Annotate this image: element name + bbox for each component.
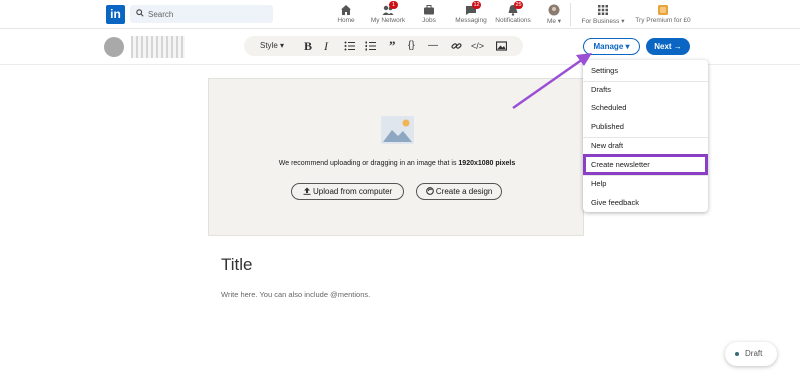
menu-item-scheduled[interactable]: Scheduled	[583, 98, 708, 117]
network-icon: 1	[382, 1, 398, 15]
author-avatar	[104, 37, 124, 57]
manage-button[interactable]: Manage ▾	[583, 38, 640, 55]
bullet-list-icon[interactable]	[344, 39, 355, 53]
nav-premium[interactable]: Try Premium for £0	[635, 3, 691, 24]
next-button[interactable]: Next →	[646, 38, 690, 55]
draft-status-pill[interactable]: Draft	[725, 342, 777, 366]
image-icon[interactable]	[495, 39, 508, 53]
menu-item-drafts[interactable]: Drafts	[583, 80, 708, 99]
article-title-input[interactable]: Title	[221, 255, 253, 275]
menu-item-help[interactable]: Help	[583, 174, 708, 193]
draft-label: Draft	[745, 349, 763, 358]
link-icon[interactable]	[451, 39, 462, 53]
cover-image-dropzone[interactable]: We recommend uploading or dragging in an…	[208, 78, 584, 236]
embed-code-icon[interactable]: </>	[471, 39, 484, 53]
design-icon	[425, 187, 434, 195]
article-body-input[interactable]: Write here. You can also include @mentio…	[221, 290, 370, 299]
menu-item-new-draft[interactable]: New draft	[583, 136, 708, 155]
menu-item-give-feedback[interactable]: Give feedback	[583, 193, 708, 212]
design-label: Create a design	[435, 187, 493, 196]
upload-from-computer-button[interactable]: Upload from computer	[291, 183, 404, 200]
image-placeholder-icon	[381, 116, 414, 144]
grid-icon	[597, 3, 609, 15]
quote-icon[interactable]: ”	[389, 39, 396, 53]
status-dot	[735, 351, 739, 356]
linkedin-logo[interactable]: in	[106, 5, 125, 24]
notification-badge: 25	[514, 1, 523, 9]
image-recommendation-text: We recommend uploading or dragging in an…	[209, 160, 585, 167]
italic-icon[interactable]: I	[324, 39, 328, 53]
avatar-icon	[548, 3, 560, 16]
manage-menu: Settings Drafts Scheduled Published New …	[583, 60, 708, 212]
numbered-list-icon[interactable]	[365, 39, 376, 53]
create-newsletter-highlight	[583, 154, 708, 175]
create-a-design-button[interactable]: Create a design	[416, 183, 502, 200]
menu-item-settings[interactable]: Settings	[583, 61, 708, 80]
recommended-size: 1920x1080 pixels	[458, 160, 516, 167]
message-icon: 12	[465, 1, 481, 15]
top-nav: in Home 1 My Network Jobs 12 Messaging 2…	[0, 0, 800, 29]
nav-label: For Business ▾	[581, 18, 625, 25]
menu-item-published[interactable]: Published	[583, 117, 708, 136]
recommendation-text: We recommend uploading or dragging in an…	[278, 160, 459, 167]
bell-icon: 25	[507, 1, 523, 16]
nav-label: Try Premium for £0	[635, 17, 691, 24]
search-box[interactable]	[130, 5, 273, 23]
bold-icon[interactable]: B	[304, 39, 312, 53]
author-name-redacted	[131, 36, 185, 58]
notification-badge: 1	[389, 1, 398, 9]
nav-label: Me ▾	[546, 18, 562, 25]
premium-icon	[657, 3, 669, 15]
upload-label: Upload from computer	[313, 187, 393, 196]
style-dropdown[interactable]: Style ▾	[260, 39, 284, 53]
formatting-toolbar: Style ▾ B I ” {} — </>	[244, 36, 523, 56]
code-block-icon[interactable]: {}	[408, 39, 415, 53]
notification-badge: 12	[472, 1, 481, 9]
nav-divider	[570, 3, 571, 26]
nav-for-business[interactable]: For Business ▾	[578, 3, 628, 25]
upload-icon	[303, 187, 311, 195]
search-input[interactable]	[148, 7, 268, 21]
home-icon	[340, 3, 352, 15]
briefcase-icon	[423, 3, 435, 15]
divider-icon[interactable]: —	[428, 39, 438, 53]
search-icon	[136, 9, 144, 17]
nav-me[interactable]: Me ▾	[529, 3, 579, 25]
